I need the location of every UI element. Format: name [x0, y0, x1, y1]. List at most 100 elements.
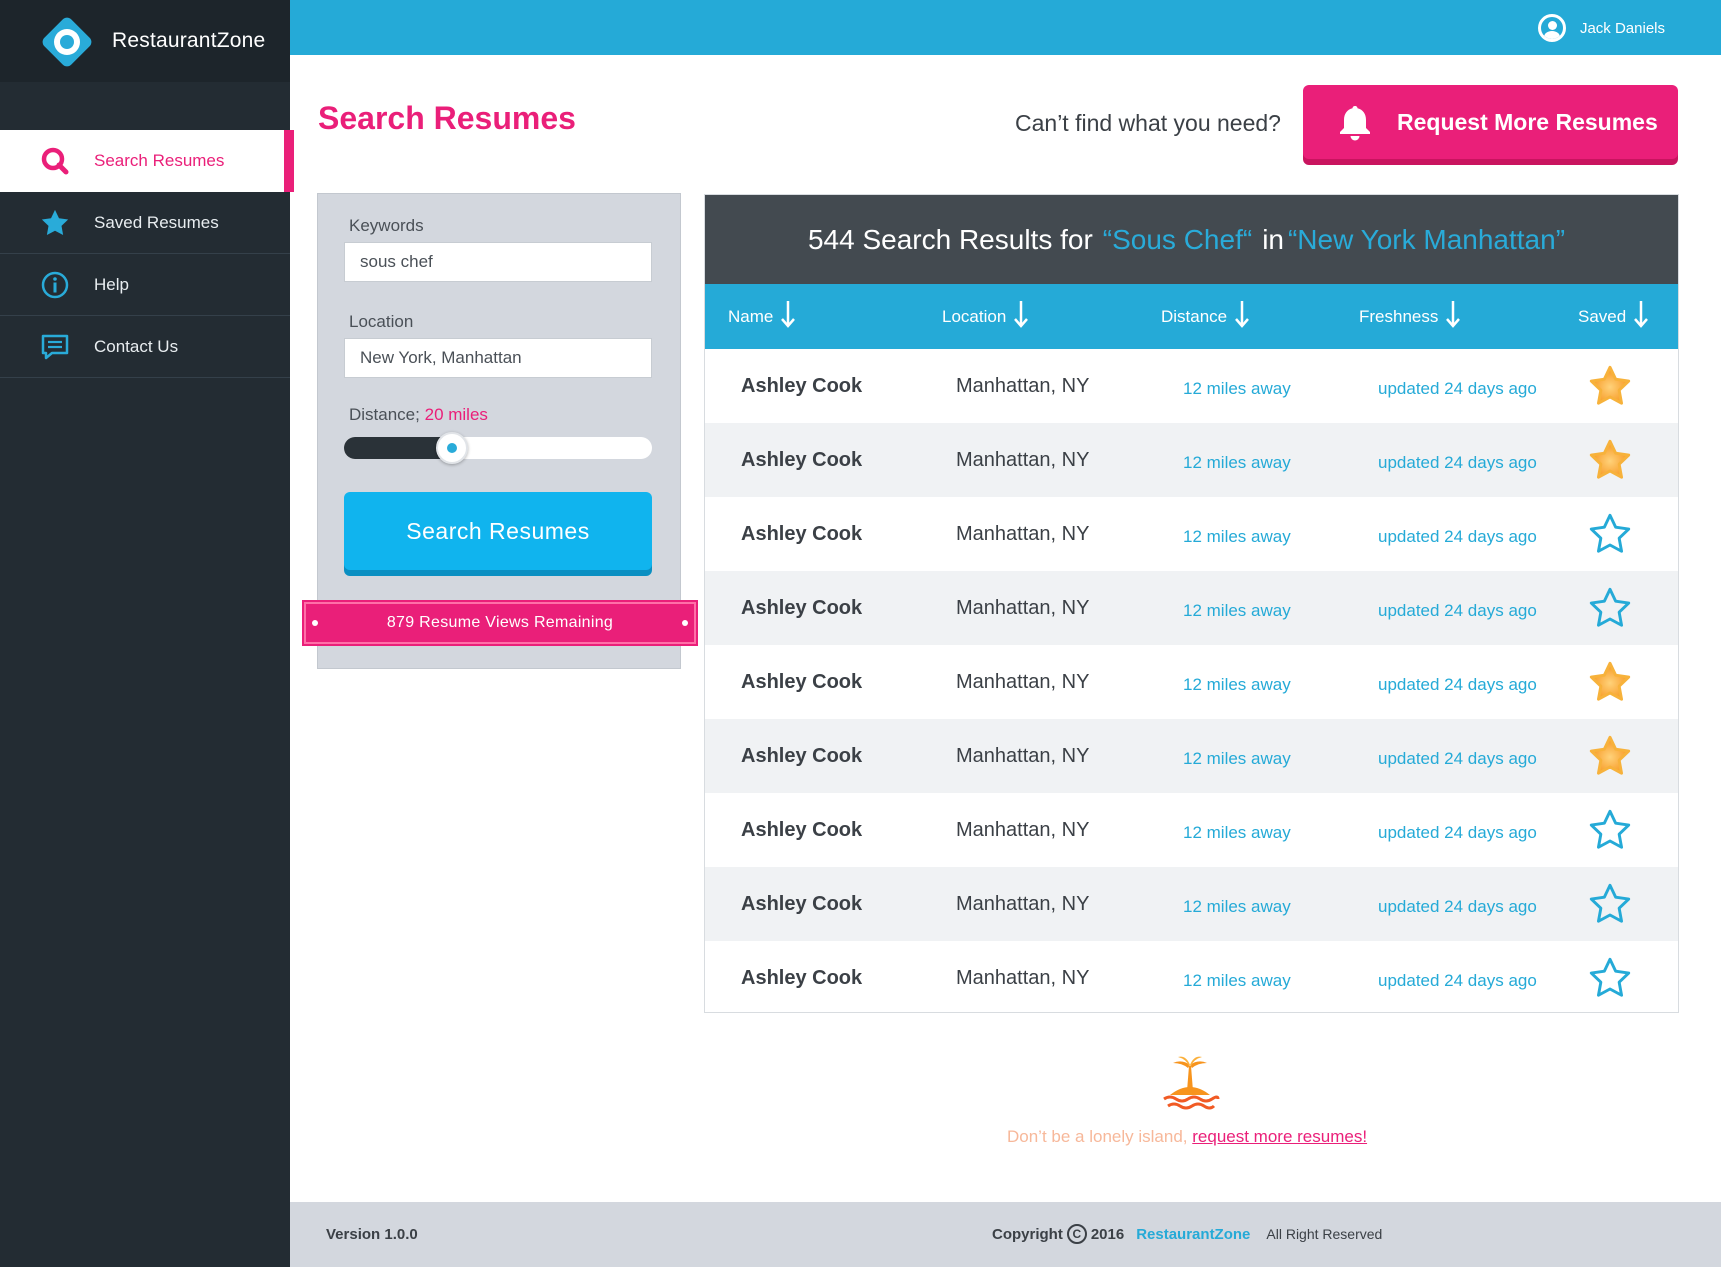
table-row[interactable]: Ashley Cook Manhattan, NY 12 miles away upd… [705, 719, 1678, 793]
top-bar: Jack Daniels [290, 0, 1721, 55]
location-input[interactable] [344, 338, 652, 378]
column-header-location[interactable]: Location [942, 301, 1029, 328]
column-header-saved[interactable]: Saved [1578, 301, 1649, 328]
copyright-label: Copyright [992, 1225, 1063, 1243]
column-header-freshness[interactable]: Freshness [1359, 301, 1461, 328]
candidate-name[interactable]: Ashley Cook [741, 967, 862, 990]
candidate-name[interactable]: Ashley Cook [741, 819, 862, 842]
candidate-name[interactable]: Ashley Cook [741, 893, 862, 916]
candidate-name[interactable]: Ashley Cook [741, 523, 862, 546]
logo-icon [40, 15, 94, 69]
results-place: “New York Manhattan” [1287, 223, 1566, 255]
candidate-name[interactable]: Ashley Cook [741, 745, 862, 768]
distance-label: Distance; 20 miles [349, 405, 488, 425]
star-outline-icon[interactable] [1588, 512, 1632, 556]
table-row[interactable]: Ashley Cook Manhattan, NY 12 miles away upd… [705, 793, 1678, 867]
keywords-label: Keywords [349, 216, 424, 235]
candidate-distance: 12 miles away [1183, 971, 1291, 990]
table-row[interactable]: Ashley Cook Manhattan, NY 12 miles away upd… [705, 941, 1678, 1015]
candidate-distance: 12 miles away [1183, 749, 1291, 768]
candidate-location: Manhattan, NY [956, 745, 1090, 767]
search-resumes-button[interactable]: Search Resumes [344, 492, 652, 570]
sidebar-item-label: Help [94, 274, 129, 294]
candidate-location: Manhattan, NY [956, 597, 1090, 619]
column-header-name[interactable]: Name [728, 301, 796, 328]
candidate-name[interactable]: Ashley Cook [741, 671, 862, 694]
column-header-label: Name [728, 307, 774, 326]
candidate-freshness: updated 24 days ago [1378, 971, 1537, 990]
candidate-freshness: updated 24 days ago [1378, 897, 1537, 916]
star-filled-icon[interactable] [1588, 364, 1632, 408]
table-row[interactable]: Ashley Cook Manhattan, NY 12 miles away upd… [705, 571, 1678, 645]
column-header-label: Location [942, 307, 1007, 326]
distance-value: 20 miles [424, 405, 488, 424]
star-outline-icon[interactable] [1588, 808, 1632, 852]
star-filled-icon[interactable] [1588, 438, 1632, 482]
lonely-island-text: Don’t be a lonely island, [1007, 1127, 1188, 1146]
info-icon [40, 270, 70, 300]
app-name: RestaurantZone [112, 29, 266, 52]
star-filled-icon[interactable] [1588, 734, 1632, 778]
copyright: Copyright C 2016 RestaurantZone All Righ… [992, 1224, 1382, 1244]
candidate-distance: 12 miles away [1183, 379, 1291, 398]
keywords-input[interactable] [344, 242, 652, 282]
table-row[interactable]: Ashley Cook Manhattan, NY 12 miles away upd… [705, 645, 1678, 719]
lonely-island-message: Don’t be a lonely island, request more r… [1007, 1127, 1367, 1147]
table-row[interactable]: Ashley Cook Manhattan, NY 12 miles away upd… [705, 349, 1678, 423]
user-menu[interactable]: Jack Daniels [1537, 14, 1665, 42]
island-icon [1163, 1056, 1220, 1110]
results-column-headers: Name Location Distance Freshness Saved [705, 284, 1678, 349]
star-icon [40, 208, 70, 238]
results-panel: 544 Search Results for “Sous Chef“ in “N… [704, 194, 1679, 1013]
sidebar-item-help[interactable]: Help [0, 254, 290, 316]
views-remaining-banner: 879 Resume Views Remaining [302, 600, 698, 646]
candidate-distance: 12 miles away [1183, 823, 1291, 842]
rights-text: All Right Reserved [1266, 1226, 1383, 1242]
bell-icon [1335, 102, 1375, 142]
copyright-icon: C [1066, 1224, 1087, 1244]
candidate-freshness: updated 24 days ago [1378, 527, 1537, 546]
sort-arrow-icon [1014, 301, 1029, 328]
candidate-location: Manhattan, NY [956, 449, 1090, 471]
candidate-location: Manhattan, NY [956, 375, 1090, 397]
candidate-freshness: updated 24 days ago [1378, 379, 1537, 398]
table-row[interactable]: Ashley Cook Manhattan, NY 12 miles away upd… [705, 867, 1678, 941]
results-count: 544 Search Results for [807, 223, 1093, 255]
logo-bar: RestaurantZone [0, 0, 290, 82]
candidate-location: Manhattan, NY [956, 819, 1090, 841]
sort-arrow-icon [1235, 301, 1250, 328]
sort-arrow-icon [1634, 301, 1649, 328]
candidate-freshness: updated 24 days ago [1378, 675, 1537, 694]
candidate-name[interactable]: Ashley Cook [741, 597, 862, 620]
candidate-name[interactable]: Ashley Cook [741, 449, 862, 472]
star-filled-icon[interactable] [1588, 660, 1632, 704]
candidate-distance: 12 miles away [1183, 453, 1291, 472]
user-avatar-icon [1537, 14, 1566, 42]
candidate-distance: 12 miles away [1183, 897, 1291, 916]
column-header-distance[interactable]: Distance [1161, 301, 1250, 328]
distance-slider-handle[interactable] [435, 432, 468, 464]
sidebar-item-contact-us[interactable]: Contact Us [0, 316, 290, 378]
table-row[interactable]: Ashley Cook Manhattan, NY 12 miles away upd… [705, 497, 1678, 571]
candidate-name[interactable]: Ashley Cook [741, 375, 862, 398]
candidate-location: Manhattan, NY [956, 967, 1090, 989]
results-heading: 544 Search Results for “Sous Chef“ in “N… [705, 195, 1678, 284]
table-row[interactable]: Ashley Cook Manhattan, NY 12 miles away upd… [705, 423, 1678, 497]
star-outline-icon[interactable] [1588, 882, 1632, 926]
star-outline-icon[interactable] [1588, 586, 1632, 630]
search-icon [40, 146, 70, 176]
candidate-freshness: updated 24 days ago [1378, 749, 1537, 768]
request-more-resumes-button[interactable]: Request More Resumes [1303, 85, 1678, 159]
distance-slider[interactable] [344, 432, 652, 464]
sidebar: RestaurantZone Search Resumes Saved Resu… [0, 0, 294, 1267]
candidate-location: Manhattan, NY [956, 523, 1090, 545]
search-panel: Keywords Location Distance; 20 miles Sea… [302, 193, 698, 669]
footer-brand-link[interactable]: RestaurantZone [1136, 1226, 1250, 1243]
star-outline-icon[interactable] [1588, 956, 1632, 1000]
sidebar-item-saved-resumes[interactable]: Saved Resumes [0, 192, 290, 254]
request-prompt: Can’t find what you need? [1015, 110, 1281, 136]
sidebar-item-search-resumes[interactable]: Search Resumes [0, 130, 294, 192]
request-more-resumes-link[interactable]: request more resumes! [1192, 1127, 1367, 1146]
chat-icon [40, 332, 70, 362]
results-query: “Sous Chef“ [1102, 223, 1253, 255]
